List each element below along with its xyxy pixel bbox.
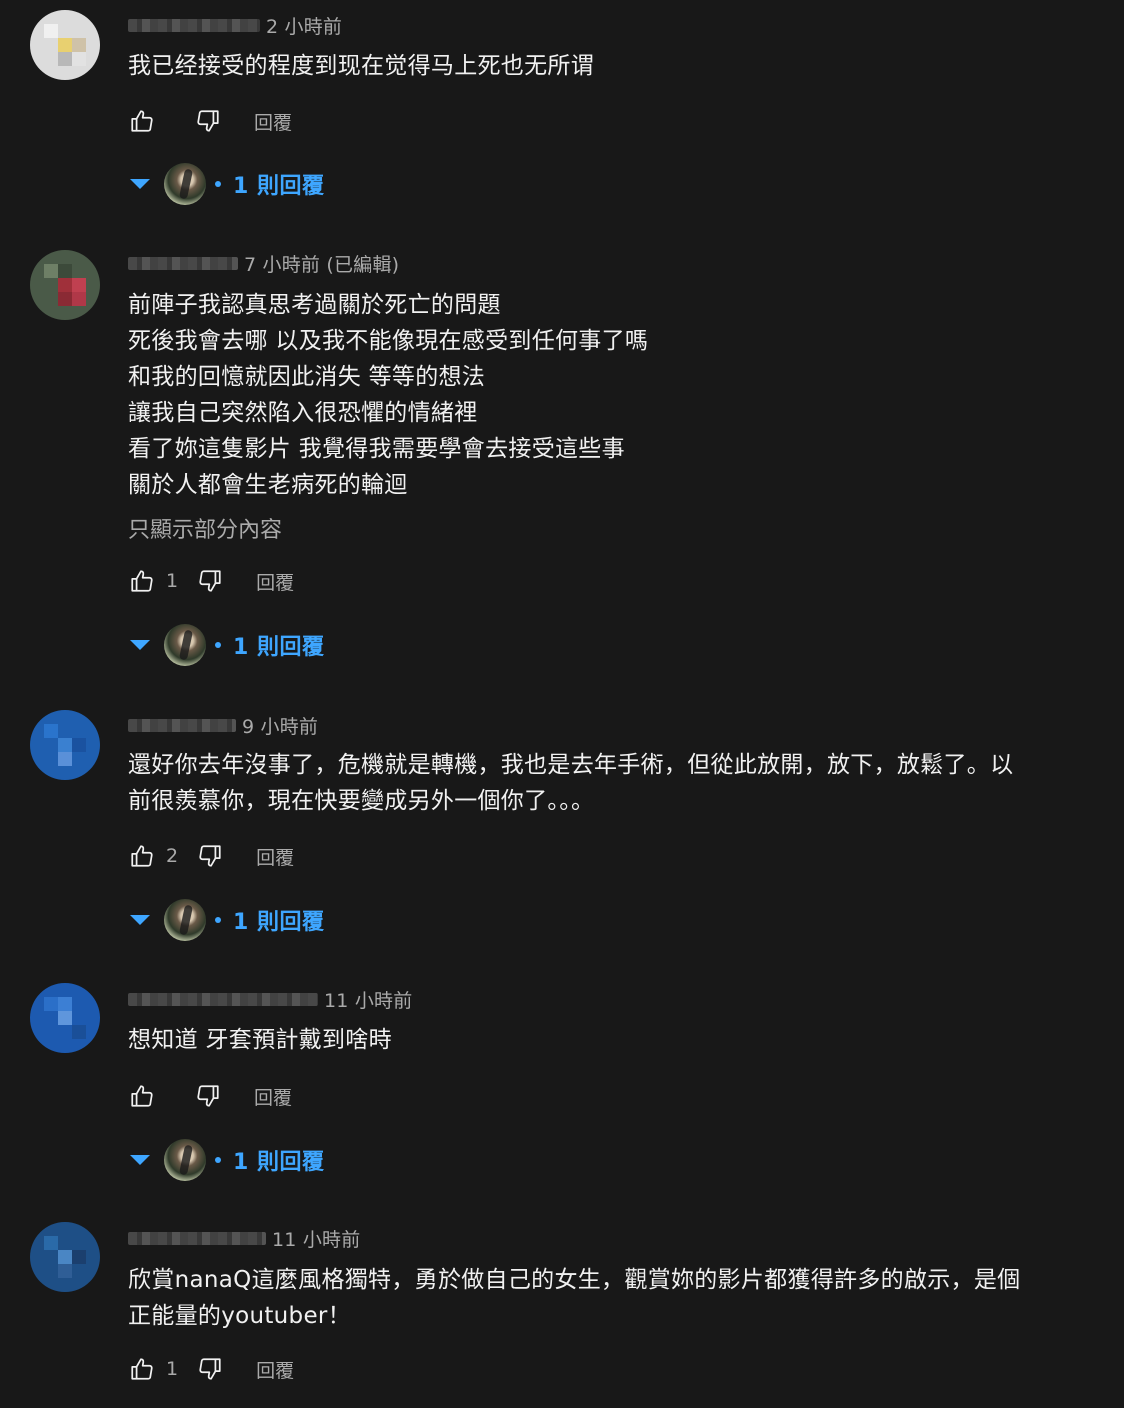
reply-button[interactable]: 回覆 (254, 108, 292, 135)
caret-down-icon (130, 915, 150, 925)
like-count: 2 (166, 845, 179, 867)
author-row: 11 小時前 (128, 1225, 360, 1251)
creator-avatar (164, 624, 206, 666)
comment-text: 想知道 牙套預計戴到啥時 (128, 1027, 392, 1053)
thumb-down-icon[interactable] (196, 567, 224, 595)
thumb-down-icon[interactable] (196, 842, 224, 870)
view-replies-button[interactable]: 1 則回覆 (128, 623, 324, 667)
author-name[interactable] (128, 1231, 266, 1245)
timestamp[interactable]: 2 小時前 (266, 12, 342, 39)
comments-section: 2 小時前 我已经接受的程度到现在觉得马上死也无所谓 回覆 1 則回覆 7 小時… (0, 0, 1124, 1408)
timestamp[interactable]: 11 小時前 (324, 986, 412, 1013)
thumb-up-icon[interactable] (128, 842, 156, 870)
author-row: 7 小時前 (已編輯) (128, 250, 399, 276)
caret-down-icon (130, 1155, 150, 1165)
comment-actions: 回覆 (128, 1081, 292, 1111)
timestamp[interactable]: 7 小時前 (已編輯) (244, 250, 399, 277)
caret-down-icon (130, 640, 150, 650)
author-name[interactable] (128, 992, 318, 1006)
avatar[interactable] (30, 10, 100, 80)
like-count: 1 (166, 1358, 179, 1380)
comment-text: 我已经接受的程度到现在觉得马上死也无所谓 (128, 53, 594, 79)
creator-avatar (164, 1139, 206, 1181)
avatar[interactable] (30, 983, 100, 1053)
thumb-down-icon[interactable] (194, 107, 222, 135)
replies-count: 1 則回覆 (233, 635, 325, 660)
reply-button[interactable]: 回覆 (256, 1356, 294, 1383)
creator-avatar (164, 163, 206, 205)
timestamp[interactable]: 9 小時前 (242, 712, 318, 739)
comment-text: 還好你去年沒事了，危機就是轉機，我也是去年手術，但從此放開，放下，放鬆了。以 前… (128, 752, 1014, 814)
author-row: 9 小時前 (128, 712, 318, 738)
avatar[interactable] (30, 250, 100, 320)
replies-count: 1 則回覆 (233, 174, 325, 199)
show-less-button[interactable]: 只顯示部分內容 (128, 512, 282, 544)
comment-text: 欣賞nanaQ這麼風格獨特，勇於做自己的女生，觀賞妳的影片都獲得許多的啟示，是個… (128, 1267, 1021, 1329)
thumb-up-icon[interactable] (128, 1355, 156, 1383)
dot-separator (215, 642, 221, 648)
creator-avatar (164, 899, 206, 941)
comment-actions: 2 回覆 (128, 841, 294, 871)
comment-actions: 1 回覆 (128, 566, 294, 596)
dot-separator (215, 181, 221, 187)
author-name[interactable] (128, 18, 260, 32)
avatar[interactable] (30, 1222, 100, 1292)
dot-separator (215, 917, 221, 923)
comment-actions: 1 回覆 (128, 1354, 294, 1384)
comment-text: 前陣子我認真思考過關於死亡的問題 死後我會去哪 以及我不能像現在感受到任何事了嗎… (128, 292, 649, 498)
avatar[interactable] (30, 710, 100, 780)
author-name[interactable] (128, 718, 236, 732)
timestamp[interactable]: 11 小時前 (272, 1225, 360, 1252)
author-row: 11 小時前 (128, 986, 412, 1012)
thumb-down-icon[interactable] (194, 1082, 222, 1110)
view-replies-button[interactable]: 1 則回覆 (128, 1138, 324, 1182)
dot-separator (215, 1157, 221, 1163)
thumb-up-icon[interactable] (128, 1082, 156, 1110)
replies-count: 1 則回覆 (233, 910, 325, 935)
thumb-up-icon[interactable] (128, 567, 156, 595)
comment-actions: 回覆 (128, 106, 292, 136)
reply-button[interactable]: 回覆 (256, 568, 294, 595)
replies-count: 1 則回覆 (233, 1150, 325, 1175)
caret-down-icon (130, 179, 150, 189)
author-name[interactable] (128, 256, 238, 270)
like-count: 1 (166, 570, 179, 592)
reply-button[interactable]: 回覆 (256, 843, 294, 870)
reply-button[interactable]: 回覆 (254, 1083, 292, 1110)
view-replies-button[interactable]: 1 則回覆 (128, 162, 324, 206)
author-row: 2 小時前 (128, 12, 342, 38)
thumb-down-icon[interactable] (196, 1355, 224, 1383)
view-replies-button[interactable]: 1 則回覆 (128, 898, 324, 942)
thumb-up-icon[interactable] (128, 107, 156, 135)
